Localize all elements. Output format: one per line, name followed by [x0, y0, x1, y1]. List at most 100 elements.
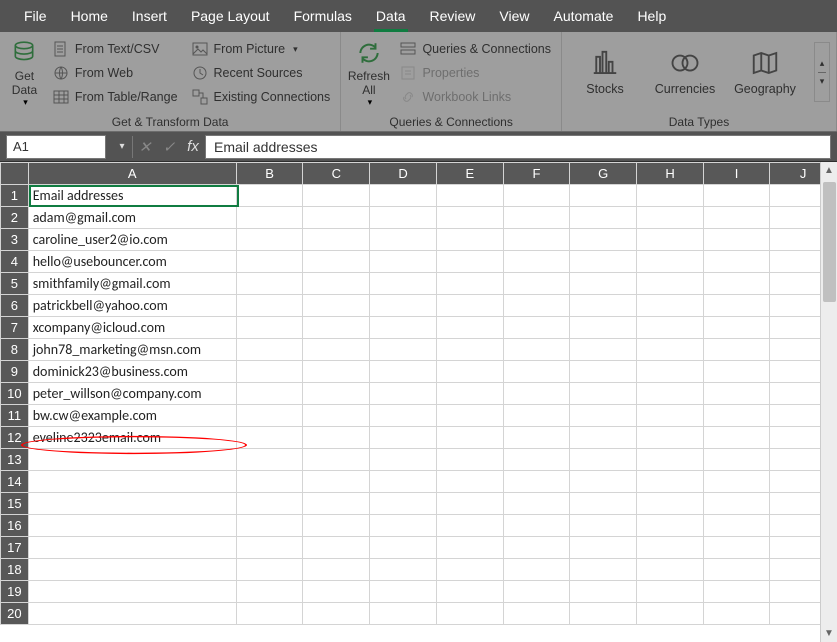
tab-insert[interactable]: Insert: [120, 0, 179, 32]
cell-B17[interactable]: [236, 537, 303, 559]
cell-B20[interactable]: [236, 603, 303, 625]
cell-H20[interactable]: [637, 603, 704, 625]
cell-E1[interactable]: [436, 185, 503, 207]
column-header-D[interactable]: D: [370, 163, 437, 185]
cell-E19[interactable]: [436, 581, 503, 603]
cell-G16[interactable]: [570, 515, 637, 537]
row-header-1[interactable]: 1: [1, 185, 29, 207]
cancel-formula-button[interactable]: ✕: [133, 135, 157, 159]
cell-E13[interactable]: [436, 449, 503, 471]
from-text-csv-button[interactable]: From Text/CSV: [49, 38, 182, 60]
cell-F7[interactable]: [503, 317, 570, 339]
cell-H14[interactable]: [637, 471, 704, 493]
cell-C13[interactable]: [303, 449, 370, 471]
cell-F18[interactable]: [503, 559, 570, 581]
cell-G12[interactable]: [570, 427, 637, 449]
stocks-datatype-button[interactable]: Stocks: [568, 36, 642, 108]
tab-automate[interactable]: Automate: [542, 0, 626, 32]
cell-F20[interactable]: [503, 603, 570, 625]
row-header-19[interactable]: 19: [1, 581, 29, 603]
cell-E12[interactable]: [436, 427, 503, 449]
row-header-6[interactable]: 6: [1, 295, 29, 317]
cell-D5[interactable]: [370, 273, 437, 295]
cell-A6[interactable]: patrickbell@yahoo.com: [28, 295, 236, 317]
cell-D14[interactable]: [370, 471, 437, 493]
cell-I2[interactable]: [703, 207, 769, 229]
cell-E10[interactable]: [436, 383, 503, 405]
cell-C19[interactable]: [303, 581, 370, 603]
select-all-corner[interactable]: [1, 163, 29, 185]
cell-I15[interactable]: [703, 493, 769, 515]
cell-G17[interactable]: [570, 537, 637, 559]
cell-G13[interactable]: [570, 449, 637, 471]
column-header-G[interactable]: G: [570, 163, 637, 185]
cell-B15[interactable]: [236, 493, 303, 515]
row-header-11[interactable]: 11: [1, 405, 29, 427]
cell-B7[interactable]: [236, 317, 303, 339]
cell-C4[interactable]: [303, 251, 370, 273]
cell-E2[interactable]: [436, 207, 503, 229]
cell-A1[interactable]: Email addresses: [28, 185, 236, 207]
cell-C5[interactable]: [303, 273, 370, 295]
cell-H7[interactable]: [637, 317, 704, 339]
cell-G20[interactable]: [570, 603, 637, 625]
row-header-17[interactable]: 17: [1, 537, 29, 559]
cell-I13[interactable]: [703, 449, 769, 471]
cell-A16[interactable]: [28, 515, 236, 537]
cell-F13[interactable]: [503, 449, 570, 471]
get-data-button[interactable]: Get Data ▾: [6, 36, 43, 108]
cell-H2[interactable]: [637, 207, 704, 229]
cell-A7[interactable]: xcompany@icloud.com: [28, 317, 236, 339]
row-header-15[interactable]: 15: [1, 493, 29, 515]
cell-F4[interactable]: [503, 251, 570, 273]
cell-D6[interactable]: [370, 295, 437, 317]
row-header-3[interactable]: 3: [1, 229, 29, 251]
currencies-datatype-button[interactable]: Currencies: [648, 36, 722, 108]
row-header-14[interactable]: 14: [1, 471, 29, 493]
cell-D8[interactable]: [370, 339, 437, 361]
row-header-20[interactable]: 20: [1, 603, 29, 625]
cell-A4[interactable]: hello@usebouncer.com: [28, 251, 236, 273]
tab-file[interactable]: File: [12, 0, 59, 32]
tab-review[interactable]: Review: [418, 0, 488, 32]
name-box-dropdown[interactable]: ▾: [112, 135, 132, 159]
cell-C16[interactable]: [303, 515, 370, 537]
column-header-F[interactable]: F: [503, 163, 570, 185]
cell-I8[interactable]: [703, 339, 769, 361]
cell-I18[interactable]: [703, 559, 769, 581]
cell-D2[interactable]: [370, 207, 437, 229]
cell-G19[interactable]: [570, 581, 637, 603]
cell-A8[interactable]: john78_marketing@msn.com: [28, 339, 236, 361]
tab-formulas[interactable]: Formulas: [282, 0, 364, 32]
datatype-more-button[interactable]: ▴▾: [814, 42, 830, 102]
cell-F15[interactable]: [503, 493, 570, 515]
cell-C12[interactable]: [303, 427, 370, 449]
cell-F17[interactable]: [503, 537, 570, 559]
row-header-10[interactable]: 10: [1, 383, 29, 405]
cell-G9[interactable]: [570, 361, 637, 383]
cell-I17[interactable]: [703, 537, 769, 559]
cell-B1[interactable]: [236, 185, 303, 207]
row-header-2[interactable]: 2: [1, 207, 29, 229]
cell-I1[interactable]: [703, 185, 769, 207]
cell-B3[interactable]: [236, 229, 303, 251]
cell-H10[interactable]: [637, 383, 704, 405]
cell-E17[interactable]: [436, 537, 503, 559]
cell-A10[interactable]: peter_willson@company.com: [28, 383, 236, 405]
cell-D7[interactable]: [370, 317, 437, 339]
cell-I6[interactable]: [703, 295, 769, 317]
cell-I3[interactable]: [703, 229, 769, 251]
cell-G15[interactable]: [570, 493, 637, 515]
cell-D3[interactable]: [370, 229, 437, 251]
enter-formula-button[interactable]: ✓: [157, 135, 181, 159]
cell-H18[interactable]: [637, 559, 704, 581]
cell-A11[interactable]: bw.cw@example.com: [28, 405, 236, 427]
column-header-I[interactable]: I: [703, 163, 769, 185]
cell-I9[interactable]: [703, 361, 769, 383]
cell-I16[interactable]: [703, 515, 769, 537]
cell-E14[interactable]: [436, 471, 503, 493]
existing-connections-button[interactable]: Existing Connections: [188, 86, 335, 108]
cell-A2[interactable]: adam@gmail.com: [28, 207, 236, 229]
row-header-7[interactable]: 7: [1, 317, 29, 339]
cell-I20[interactable]: [703, 603, 769, 625]
